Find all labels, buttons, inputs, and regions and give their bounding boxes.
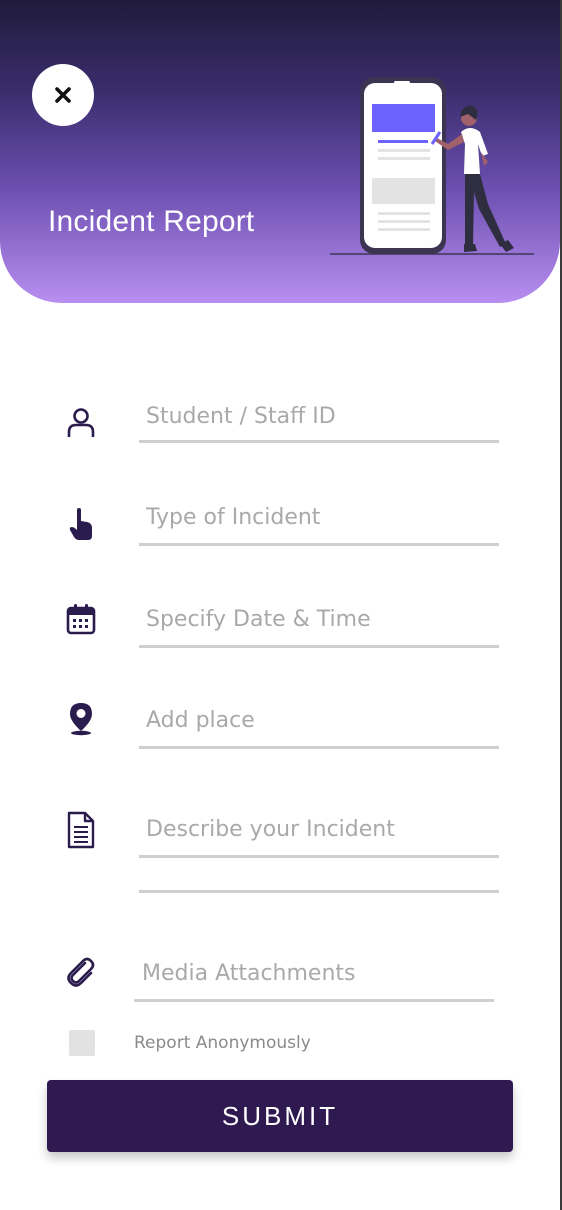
description-input[interactable] — [140, 811, 506, 847]
person-icon — [64, 406, 98, 440]
close-icon — [55, 87, 71, 103]
media-attachments-field — [56, 955, 516, 1015]
description-underline — [139, 855, 499, 858]
date-time-field — [56, 601, 516, 661]
student-staff-id-underline — [139, 440, 499, 443]
place-underline — [139, 746, 499, 749]
calendar-icon — [64, 602, 98, 636]
incident-type-underline — [139, 543, 499, 546]
document-icon — [64, 811, 98, 849]
anonymous-label: Report Anonymously — [134, 1033, 311, 1053]
paperclip-icon[interactable] — [64, 956, 98, 990]
close-button[interactable] — [32, 64, 94, 126]
description-second-underline — [139, 890, 499, 893]
page-title: Incident Report — [48, 205, 255, 238]
place-field — [56, 702, 516, 762]
phone-illustration — [330, 77, 534, 255]
student-staff-id-field — [56, 398, 516, 458]
description-field — [56, 811, 516, 871]
incident-type-input[interactable] — [140, 499, 506, 535]
place-input[interactable] — [140, 702, 506, 738]
date-time-underline — [139, 645, 499, 648]
media-attachments-input[interactable] — [136, 955, 502, 991]
date-time-input[interactable] — [140, 601, 506, 637]
hand-pointer-icon — [64, 507, 98, 541]
anonymous-checkbox[interactable] — [69, 1030, 95, 1056]
location-pin-icon — [64, 702, 98, 736]
media-attachments-underline — [134, 999, 494, 1002]
incident-type-field — [56, 499, 516, 559]
submit-button[interactable]: SUBMIT — [47, 1080, 513, 1152]
header: Incident Report — [0, 0, 560, 303]
student-staff-id-input[interactable] — [140, 398, 506, 434]
